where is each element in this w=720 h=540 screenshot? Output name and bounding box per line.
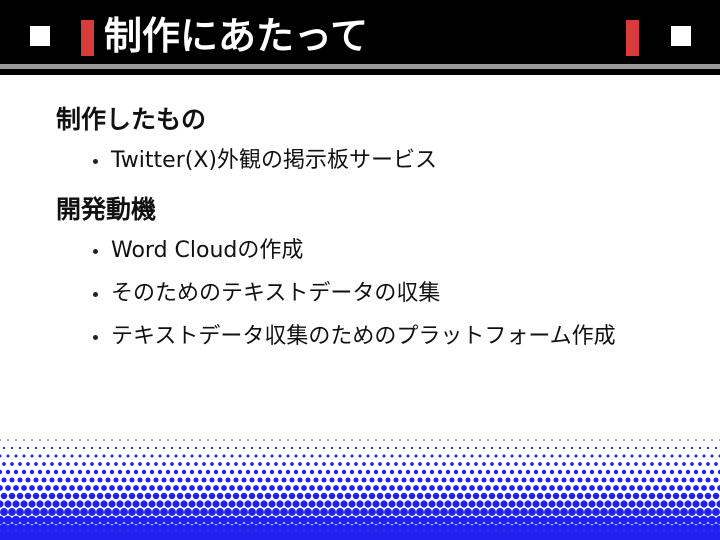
slide: 制作にあたって 制作したもの Twitter(X)外観の掲示板サービス 開発動機…	[0, 0, 720, 540]
bullet-item: そのためのテキストデータの収集	[56, 279, 696, 309]
bullet-dot-icon	[93, 335, 98, 340]
title-bar: 制作にあたって	[0, 0, 720, 64]
section-heading-made: 制作したもの	[56, 105, 207, 134]
slide-content: 制作したもの Twitter(X)外観の掲示板サービス 開発動機 Word Cl…	[56, 100, 696, 365]
title-underline-black	[0, 69, 720, 75]
bullet-text: そのためのテキストデータの収集	[111, 281, 441, 306]
section-heading-motivation: 開発動機	[56, 195, 157, 224]
bullet-text: Twitter(X)外観の掲示板サービス	[111, 148, 437, 173]
bullet-dot-icon	[93, 292, 98, 297]
red-bar-right-decoration	[626, 20, 639, 56]
halftone-dot-pattern	[0, 436, 720, 540]
white-square-left-decoration	[30, 26, 50, 46]
bullet-item: テキストデータ収集のためのプラットフォーム作成	[56, 322, 696, 352]
bullet-item: Twitter(X)外観の掲示板サービス	[56, 146, 696, 176]
bullet-text: Word Cloudの作成	[111, 238, 304, 263]
bullet-dot-icon	[93, 249, 98, 254]
bullet-text: テキストデータ収集のためのプラットフォーム作成	[111, 324, 616, 349]
white-square-right-decoration	[671, 26, 691, 46]
bullet-list-made: Twitter(X)外観の掲示板サービス	[56, 146, 696, 176]
red-bar-left-decoration	[81, 20, 94, 56]
bullet-dot-icon	[93, 159, 98, 164]
slide-title: 制作にあたって	[104, 14, 369, 58]
bullet-item: Word Cloudの作成	[56, 236, 696, 266]
bullet-list-motivation: Word Cloudの作成 そのためのテキストデータの収集 テキストデータ収集の…	[56, 236, 696, 352]
